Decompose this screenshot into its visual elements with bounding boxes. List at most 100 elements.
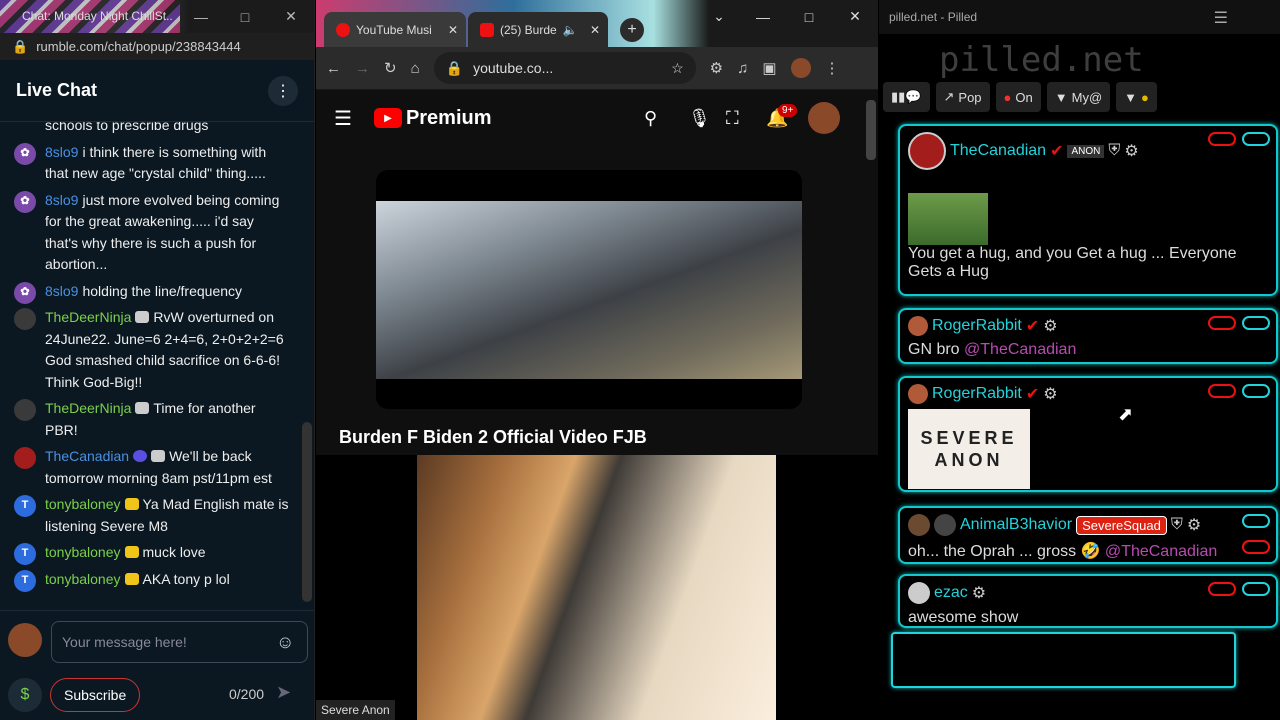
close-icon[interactable]: ✕ [268, 0, 314, 33]
profile-avatar[interactable] [790, 58, 811, 78]
forward-icon[interactable]: → [355, 60, 370, 77]
menu-icon[interactable]: ⋮ [825, 59, 840, 77]
mention[interactable]: @TheCanadian [1105, 543, 1217, 560]
username[interactable]: tonybaloney [45, 571, 121, 587]
tab-close-icon[interactable]: ✕ [448, 23, 458, 37]
chat-toggle-icon[interactable]: ▮▮💬 [883, 82, 930, 112]
username[interactable]: TheCanadian [45, 448, 129, 464]
gear-icon[interactable]: ⚙ [1043, 316, 1057, 336]
maximize-icon[interactable]: □ [222, 0, 268, 33]
avatar [908, 316, 928, 336]
pilled-logo: pilled.net [939, 40, 1144, 80]
account-avatar[interactable] [808, 102, 840, 134]
cyan-pill-icon[interactable] [1242, 582, 1270, 596]
username[interactable]: 8slo9 [45, 144, 78, 160]
video-player[interactable] [376, 170, 802, 409]
back-icon[interactable]: ← [326, 60, 341, 77]
youtube-logo-icon[interactable]: ▶ [373, 108, 402, 128]
chat-card: RogerRabbit ✔ ⚙ GN bro @TheCanadian [898, 308, 1278, 364]
username[interactable]: 8slo9 [45, 192, 78, 208]
scrollbar-thumb[interactable] [302, 422, 312, 602]
media-icon[interactable]: ♫ [737, 60, 748, 77]
tab-search-icon[interactable]: ⌄ [696, 0, 742, 33]
gear-icon[interactable]: ⚙ [972, 583, 986, 603]
filter-icon: ▼ [1124, 89, 1138, 105]
premium-brand[interactable]: Premium [406, 107, 492, 130]
cyan-pill-icon[interactable] [1242, 514, 1270, 528]
lock-icon: 🔒 [12, 38, 29, 54]
sidepanel-icon[interactable]: ▣ [762, 59, 776, 77]
cyan-pill-icon[interactable] [1242, 384, 1270, 398]
pepe-image [908, 193, 988, 245]
chat-message: ✿ 8slo9 i think there is something with th… [14, 142, 290, 185]
username[interactable]: TheDeerNinja [45, 309, 131, 325]
tab-youtube[interactable]: (25) Burde 🔈 ✕ [468, 12, 608, 47]
speaker-icon[interactable]: 🔈 [563, 23, 578, 37]
card-username[interactable]: ezac [934, 584, 968, 602]
dollar-icon[interactable]: $ [8, 678, 42, 712]
mouse-cursor-icon: ⬈ [1118, 404, 1134, 424]
char-count: 0/200 [229, 686, 265, 702]
hamburger-icon[interactable]: ☰ [334, 106, 352, 131]
more-options-icon[interactable]: ⋮ [268, 75, 298, 106]
red-pill-icon[interactable] [1208, 132, 1236, 146]
red-pill-icon[interactable] [1208, 384, 1236, 398]
omnibox[interactable]: 🔒 youtube.co... ☆ [433, 52, 696, 84]
red-pill-icon[interactable] [1208, 582, 1236, 596]
card-text: awesome show [908, 609, 1019, 626]
chat-card: ezac ⚙ awesome show [898, 574, 1278, 628]
left-address-bar[interactable]: 🔒 rumble.com/chat/popup/238843444 [0, 33, 314, 60]
username[interactable]: tonybaloney [45, 496, 121, 512]
pilled-toolbar: ▮▮💬 ↗ Pop ● On ▼ My@ ▼ ● [883, 82, 1183, 114]
page-scrollbar[interactable] [866, 100, 876, 160]
extensions-icon[interactable]: ⚙ [710, 59, 723, 77]
minimize-icon[interactable]: — [178, 0, 224, 33]
red-pill-icon[interactable] [1242, 540, 1270, 554]
gear-icon[interactable]: ⚙ [1187, 515, 1201, 535]
pop-button[interactable]: ↗ Pop [935, 82, 990, 112]
emoji-icon[interactable]: ☺ [276, 632, 294, 653]
right-titlebar: pilled.net - Pilled ☰ [879, 0, 1280, 34]
card-username[interactable]: RogerRabbit [932, 317, 1022, 335]
card-username[interactable]: RogerRabbit [932, 385, 1022, 403]
username[interactable]: tonybaloney [45, 544, 121, 560]
tab-youtube-music[interactable]: YouTube Musi ✕ [324, 12, 466, 47]
tab-close-icon[interactable]: ✕ [590, 23, 600, 37]
chat-messages: schools to prescribe drugs ✿ 8slo9 i think… [0, 122, 300, 610]
reload-icon[interactable]: ↻ [384, 59, 397, 77]
gear-icon[interactable]: ⚙ [1043, 384, 1057, 404]
my-mentions-button[interactable]: ▼ My@ [1046, 82, 1111, 112]
camera-feed: Severe Anon [316, 455, 878, 720]
left-url: rumble.com/chat/popup/238843444 [36, 39, 241, 54]
mention[interactable]: @TheCanadian [964, 341, 1076, 358]
pilled-message-input[interactable] [891, 632, 1236, 688]
username[interactable]: 8slo9 [45, 283, 78, 299]
minimize-icon[interactable]: — [740, 0, 786, 33]
send-icon[interactable]: ➤ [276, 682, 291, 703]
cyan-pill-icon[interactable] [1242, 316, 1270, 330]
mic-icon[interactable]: 🎙 [688, 108, 711, 129]
username[interactable]: TheDeerNinja [45, 400, 131, 416]
youtube-music-icon [336, 22, 350, 37]
maximize-icon[interactable]: □ [786, 0, 832, 33]
new-tab-icon[interactable]: + [620, 18, 644, 42]
home-icon[interactable]: ⌂ [411, 60, 420, 77]
chat-scrollbar[interactable] [300, 122, 314, 610]
cyan-pill-icon[interactable] [1242, 132, 1270, 146]
search-icon[interactable]: ⚲ [644, 108, 657, 129]
star-icon[interactable]: ☆ [671, 60, 684, 77]
create-icon[interactable]: ⛶ [726, 108, 739, 129]
filter-pill-button[interactable]: ▼ ● [1116, 82, 1157, 112]
red-pill-icon[interactable] [1208, 316, 1236, 330]
card-username[interactable]: AnimalB3havior [960, 516, 1072, 534]
avatar [908, 582, 930, 604]
gear-icon[interactable]: ⚙ [1124, 141, 1138, 161]
hamburger-icon[interactable]: ☰ [1214, 8, 1228, 28]
chat-title: Live Chat [16, 80, 98, 100]
close-icon[interactable]: ✕ [832, 0, 878, 33]
video-frame [376, 201, 802, 379]
on-button[interactable]: ● On [995, 82, 1041, 112]
card-username[interactable]: TheCanadian [950, 142, 1046, 160]
message-input[interactable]: Your message here! [51, 621, 308, 663]
subscribe-button[interactable]: Subscribe [50, 678, 141, 712]
